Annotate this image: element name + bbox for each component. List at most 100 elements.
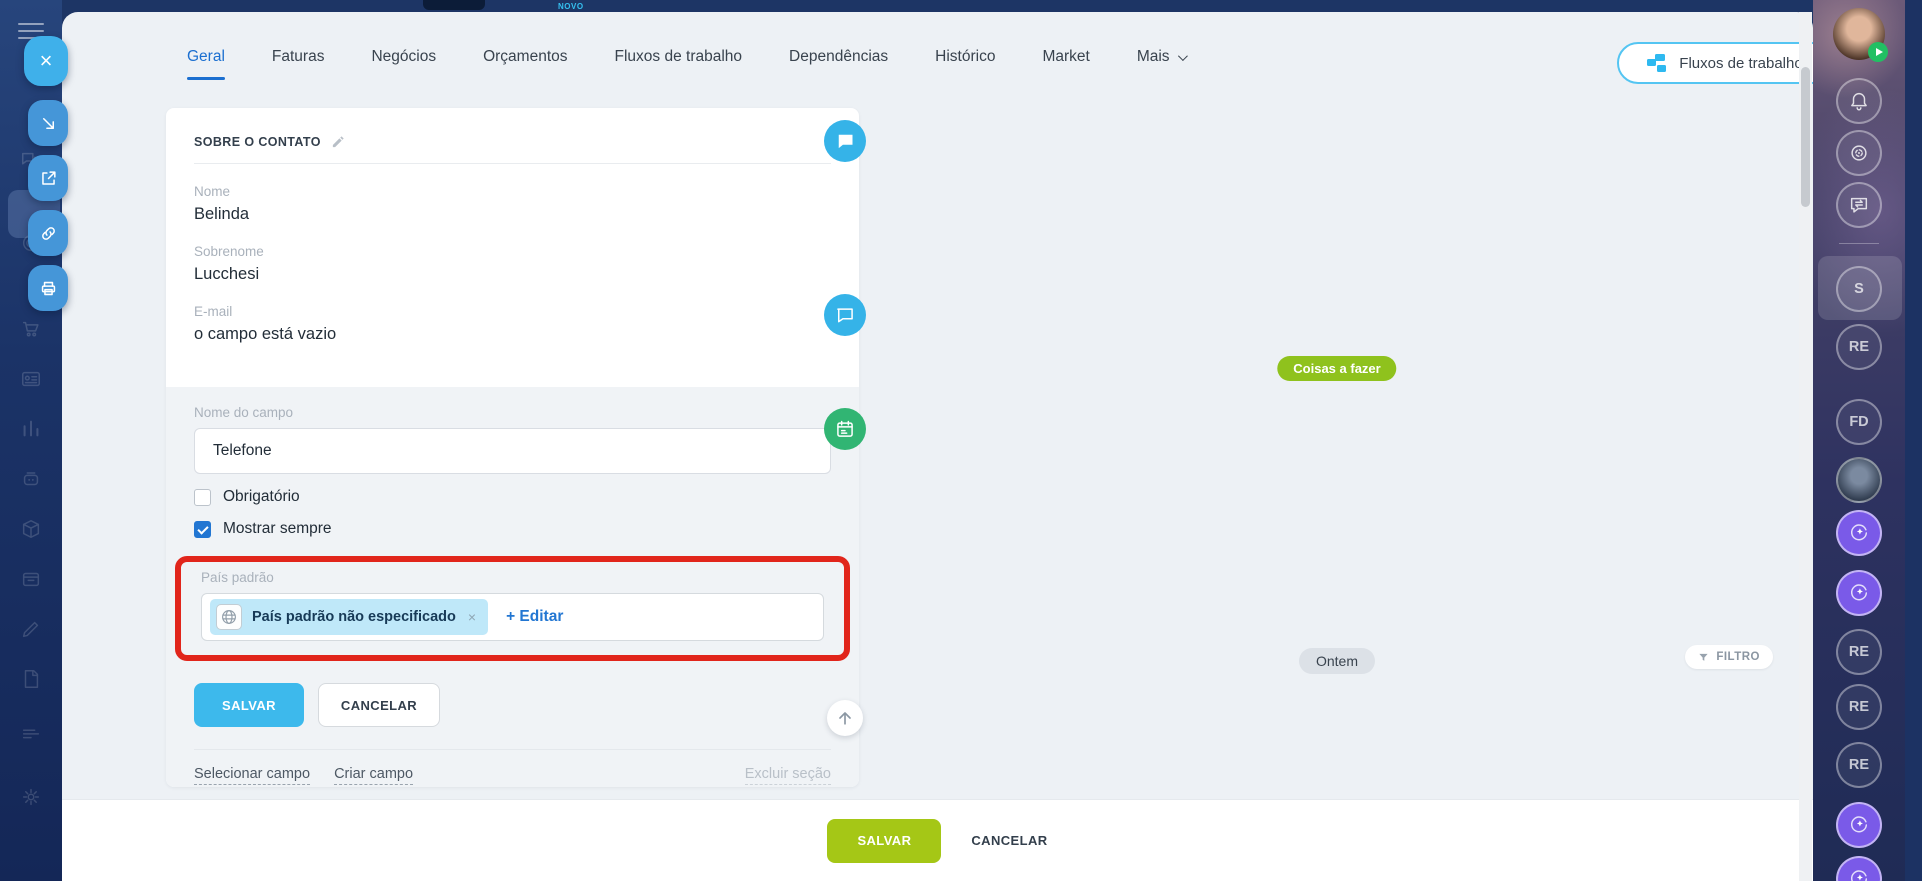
delete-section-link[interactable]: Excluir seção <box>744 766 831 785</box>
records-button[interactable] <box>1836 130 1882 176</box>
scrollbar-thumb[interactable] <box>1801 67 1810 207</box>
close-icon: × <box>39 48 53 73</box>
modal-tab-bar: Geral Faturas Negócios Orçamentos Fluxos… <box>187 48 1188 80</box>
rail-item-re-2[interactable]: RE <box>1836 629 1882 675</box>
background-tab-remnant <box>423 0 485 10</box>
workflow-icon <box>1647 54 1667 72</box>
field-editor-section: Nome do campo Obrigatório Mostrar sempre… <box>166 387 859 787</box>
minimize-button[interactable] <box>28 100 68 146</box>
sidebar-item-list[interactable] <box>20 722 42 744</box>
rail-avatar-2[interactable] <box>1836 457 1882 503</box>
ai-bot-icon <box>1850 584 1868 601</box>
tab-mais[interactable]: Mais <box>1137 48 1188 66</box>
activity-chat-icon[interactable] <box>824 120 866 162</box>
conversations-button[interactable] <box>1836 182 1882 228</box>
printer-icon <box>41 281 55 295</box>
email-value[interactable]: o campo está vazio <box>194 325 831 344</box>
play-badge-icon <box>1868 42 1888 62</box>
field-name-input[interactable] <box>194 428 831 474</box>
notifications-button[interactable] <box>1836 78 1882 124</box>
copy-link-button[interactable] <box>28 210 68 256</box>
required-checkbox-row[interactable]: Obrigatório <box>194 488 831 506</box>
rail-item-re-3[interactable]: RE <box>1836 684 1882 730</box>
background-novo-label: NOVO <box>558 2 584 11</box>
sidebar-item-contacts[interactable] <box>20 368 42 390</box>
sidebar-item-bot[interactable] <box>20 468 42 490</box>
external-link-icon <box>41 170 56 185</box>
rail-item-re-1[interactable]: RE <box>1836 324 1882 370</box>
field-cancel-button[interactable]: CANCELAR <box>317 683 441 727</box>
scroll-to-top-button[interactable] <box>827 700 863 736</box>
spiral-icon <box>1851 145 1867 161</box>
sidebar-item-documents[interactable] <box>20 668 42 690</box>
rail-item-s[interactable]: S <box>1836 266 1882 312</box>
appointment-calendar-icon[interactable] <box>824 408 866 450</box>
chat-bubble-icon[interactable] <box>824 294 866 336</box>
tab-fluxos[interactable]: Fluxos de trabalho <box>615 48 743 66</box>
profile-avatar[interactable] <box>1833 8 1888 62</box>
chevron-down-icon <box>1177 50 1188 61</box>
section-title: SOBRE O CONTATO <box>194 134 321 149</box>
rail-bot-1[interactable] <box>1836 510 1882 556</box>
sidebar-item-settings[interactable] <box>20 786 42 808</box>
rail-bot-4[interactable] <box>1836 856 1882 881</box>
modal-footer-bar: SALVAR CANCELAR <box>62 800 1813 881</box>
cancel-button[interactable]: CANCELAR <box>971 833 1047 848</box>
todo-badge: Coisas a fazer <box>1277 356 1397 381</box>
select-field-link[interactable]: Selecionar campo <box>194 766 311 785</box>
arrow-down-right-icon <box>42 117 54 129</box>
country-input[interactable]: País padrão não especificado × + Editar <box>201 593 824 641</box>
rail-item-re-4[interactable]: RE <box>1836 742 1882 788</box>
ai-bot-icon <box>1850 524 1868 541</box>
contact-card: SOBRE O CONTATO Nome Belinda Sobrenome L… <box>166 108 859 787</box>
show-always-checkbox[interactable] <box>194 520 211 538</box>
tab-market[interactable]: Market <box>1042 48 1089 66</box>
tab-dependencias[interactable]: Dependências <box>789 48 888 66</box>
required-checkbox[interactable] <box>194 488 211 506</box>
filter-button[interactable]: FILTRO <box>1685 645 1773 669</box>
tab-historico[interactable]: Histórico <box>935 48 995 66</box>
tab-orcamentos[interactable]: Orçamentos <box>483 48 567 66</box>
tab-negocios[interactable]: Negócios <box>371 48 436 66</box>
name-value[interactable]: Belinda <box>194 205 831 224</box>
tab-faturas[interactable]: Faturas <box>272 48 325 66</box>
country-edit-link[interactable]: + Editar <box>506 608 563 626</box>
sidebar-item-storage[interactable] <box>20 568 42 590</box>
yesterday-badge: Ontem <box>1298 648 1376 674</box>
create-field-link[interactable]: Criar campo <box>334 766 414 785</box>
rail-edge <box>1905 0 1922 881</box>
save-button[interactable]: SALVAR <box>827 818 942 863</box>
surname-value[interactable]: Lucchesi <box>194 265 831 284</box>
scrollbar-track[interactable] <box>1799 12 1812 881</box>
bell-icon <box>1851 92 1867 111</box>
sidebar-item-stats[interactable] <box>20 418 42 440</box>
email-label: E-mail <box>194 304 233 319</box>
show-always-label: Mostrar sempre <box>223 520 332 537</box>
chip-remove-icon[interactable]: × <box>468 609 476 625</box>
country-label: País padrão <box>201 570 274 585</box>
sidebar-item-edit[interactable] <box>20 618 42 640</box>
sidebar-item-cart[interactable] <box>20 318 42 340</box>
divider <box>194 163 831 164</box>
field-save-button[interactable]: SALVAR <box>194 683 304 727</box>
link-icon <box>41 226 55 240</box>
edit-pencil-icon[interactable] <box>331 134 346 149</box>
print-button[interactable] <box>28 265 68 311</box>
contact-modal: Geral Faturas Negócios Orçamentos Fluxos… <box>62 12 1833 881</box>
field-name-label: Nome do campo <box>194 405 294 420</box>
required-label: Obrigatório <box>223 488 300 505</box>
rail-bot-3[interactable] <box>1836 802 1882 848</box>
rail-item-fd[interactable]: FD <box>1836 399 1882 445</box>
globe-icon <box>216 604 242 630</box>
rail-bot-2[interactable] <box>1836 570 1882 616</box>
highlighted-country-field: País padrão País padrão não especificado… <box>175 556 850 661</box>
close-button[interactable]: × <box>24 36 68 86</box>
tab-geral[interactable]: Geral <box>187 48 225 80</box>
chat-sync-icon <box>1850 197 1868 213</box>
open-external-button[interactable] <box>28 155 68 201</box>
ai-bot-icon <box>1850 870 1868 881</box>
ai-bot-icon <box>1850 816 1868 833</box>
sidebar-item-products[interactable] <box>20 518 42 540</box>
country-chip[interactable]: País padrão não especificado × <box>210 599 489 635</box>
show-always-checkbox-row[interactable]: Mostrar sempre <box>194 520 831 538</box>
